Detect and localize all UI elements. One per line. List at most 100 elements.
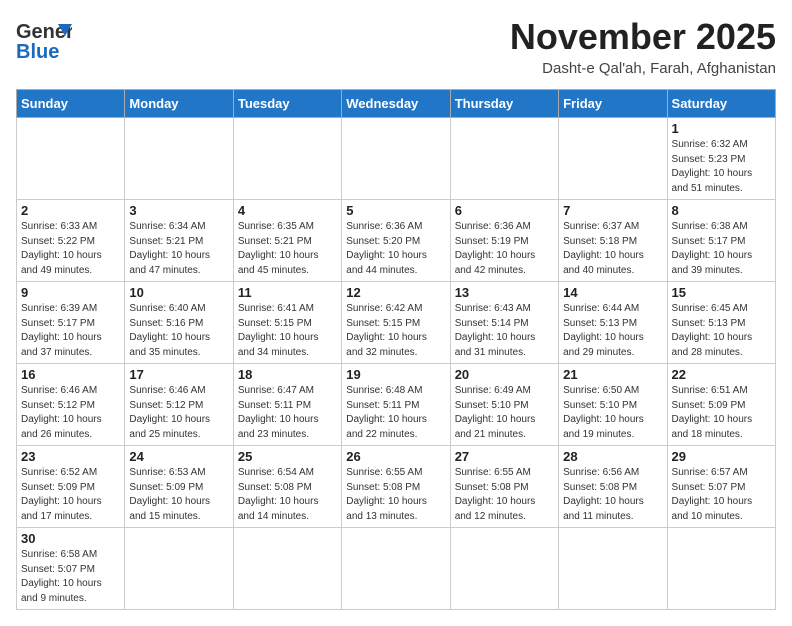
calendar-cell: 16Sunrise: 6:46 AM Sunset: 5:12 PM Dayli… [17,364,125,446]
weekday-header-sunday: Sunday [17,90,125,118]
calendar-cell: 26 Sunrise: 6:55 AM Sunset: 5:08 PM Dayli… [342,446,450,528]
calendar-cell [125,118,233,200]
day-number: 2 [21,203,120,218]
calendar-cell [342,118,450,200]
calendar-table: SundayMondayTuesdayWednesdayThursdayFrid… [16,89,776,610]
calendar-cell: 24Sunrise: 6:53 AM Sunset: 5:09 PM Dayli… [125,446,233,528]
calendar-cell [233,528,341,610]
calendar-cell: 5Sunrise: 6:36 AM Sunset: 5:20 PM Daylig… [342,200,450,282]
weekday-header-saturday: Saturday [667,90,775,118]
day-info: Sunrise: 6:32 AM Sunset: 5:23 PM Dayligh… [672,138,771,196]
day-number: 17 [129,367,228,382]
calendar-cell: 21 Sunrise: 6:50 AM Sunset: 5:10 PM Dayli… [559,364,667,446]
calendar-cell: 13 Sunrise: 6:43 AM Sunset: 5:14 PM Dayli… [450,282,558,364]
day-info: Sunrise: 6:38 AM Sunset: 5:17 PM Dayligh… [672,220,771,278]
day-info: Sunrise: 6:43 AM Sunset: 5:14 PM Dayligh… [455,302,554,360]
calendar-cell: 12Sunrise: 6:42 AM Sunset: 5:15 PM Dayli… [342,282,450,364]
day-info: Sunrise: 6:41 AM Sunset: 5:15 PM Dayligh… [238,302,337,360]
calendar-week-row: 1Sunrise: 6:32 AM Sunset: 5:23 PM Daylig… [17,118,776,200]
day-number: 27 [455,449,554,464]
day-number: 29 [672,449,771,464]
day-info: Sunrise: 6:34 AM Sunset: 5:21 PM Dayligh… [129,220,228,278]
calendar-cell: 30Sunrise: 6:58 AM Sunset: 5:07 PM Dayli… [17,528,125,610]
weekday-header-friday: Friday [559,90,667,118]
day-info: Sunrise: 6:50 AM Sunset: 5:10 PM Dayligh… [563,384,662,442]
calendar-cell: 10 Sunrise: 6:40 AM Sunset: 5:16 PM Dayli… [125,282,233,364]
calendar-cell [667,528,775,610]
day-number: 4 [238,203,337,218]
day-info: Sunrise: 6:36 AM Sunset: 5:19 PM Dayligh… [455,220,554,278]
calendar-cell: 17 Sunrise: 6:46 AM Sunset: 5:12 PM Dayli… [125,364,233,446]
day-info: Sunrise: 6:46 AM Sunset: 5:12 PM Dayligh… [129,384,228,442]
day-number: 20 [455,367,554,382]
day-number: 19 [346,367,445,382]
calendar-cell [17,118,125,200]
calendar-week-row: 23Sunrise: 6:52 AM Sunset: 5:09 PM Dayli… [17,446,776,528]
day-number: 30 [21,531,120,546]
day-info: Sunrise: 6:37 AM Sunset: 5:18 PM Dayligh… [563,220,662,278]
day-number: 21 [563,367,662,382]
calendar-cell [450,118,558,200]
day-number: 6 [455,203,554,218]
weekday-header-row: SundayMondayTuesdayWednesdayThursdayFrid… [17,90,776,118]
day-info: Sunrise: 6:45 AM Sunset: 5:13 PM Dayligh… [672,302,771,360]
day-info: Sunrise: 6:49 AM Sunset: 5:10 PM Dayligh… [455,384,554,442]
day-info: Sunrise: 6:55 AM Sunset: 5:08 PM Dayligh… [455,466,554,524]
calendar-week-row: 9 Sunrise: 6:39 AM Sunset: 5:17 PM Daylig… [17,282,776,364]
weekday-header-tuesday: Tuesday [233,90,341,118]
day-info: Sunrise: 6:54 AM Sunset: 5:08 PM Dayligh… [238,466,337,524]
title-area: November 2025 Dasht-e Qal'ah, Farah, Afg… [510,16,776,77]
calendar-cell: 22 Sunrise: 6:51 AM Sunset: 5:09 PM Dayli… [667,364,775,446]
weekday-header-thursday: Thursday [450,90,558,118]
day-number: 11 [238,285,337,300]
calendar-cell [559,118,667,200]
day-number: 3 [129,203,228,218]
calendar-cell [450,528,558,610]
calendar-cell: 28Sunrise: 6:56 AM Sunset: 5:08 PM Dayli… [559,446,667,528]
logo-icon: General Blue [16,16,72,69]
calendar-cell [342,528,450,610]
day-info: Sunrise: 6:44 AM Sunset: 5:13 PM Dayligh… [563,302,662,360]
day-info: Sunrise: 6:47 AM Sunset: 5:11 PM Dayligh… [238,384,337,442]
day-number: 7 [563,203,662,218]
calendar-cell: 19Sunrise: 6:48 AM Sunset: 5:11 PM Dayli… [342,364,450,446]
day-number: 5 [346,203,445,218]
day-info: Sunrise: 6:55 AM Sunset: 5:08 PM Dayligh… [346,466,445,524]
calendar-cell [233,118,341,200]
day-number: 14 [563,285,662,300]
calendar-cell: 18Sunrise: 6:47 AM Sunset: 5:11 PM Dayli… [233,364,341,446]
day-info: Sunrise: 6:56 AM Sunset: 5:08 PM Dayligh… [563,466,662,524]
day-info: Sunrise: 6:39 AM Sunset: 5:17 PM Dayligh… [21,302,120,360]
day-info: Sunrise: 6:35 AM Sunset: 5:21 PM Dayligh… [238,220,337,278]
day-number: 22 [672,367,771,382]
day-number: 15 [672,285,771,300]
day-number: 25 [238,449,337,464]
day-info: Sunrise: 6:40 AM Sunset: 5:16 PM Dayligh… [129,302,228,360]
calendar-cell: 2 Sunrise: 6:33 AM Sunset: 5:22 PM Daylig… [17,200,125,282]
day-info: Sunrise: 6:57 AM Sunset: 5:07 PM Dayligh… [672,466,771,524]
logo: General Blue [16,16,72,69]
calendar-cell: 27 Sunrise: 6:55 AM Sunset: 5:08 PM Dayli… [450,446,558,528]
calendar-week-row: 2 Sunrise: 6:33 AM Sunset: 5:22 PM Daylig… [17,200,776,282]
day-info: Sunrise: 6:51 AM Sunset: 5:09 PM Dayligh… [672,384,771,442]
day-number: 9 [21,285,120,300]
calendar-cell: 3 Sunrise: 6:34 AM Sunset: 5:21 PM Daylig… [125,200,233,282]
day-number: 24 [129,449,228,464]
day-number: 10 [129,285,228,300]
day-number: 13 [455,285,554,300]
calendar-cell: 29 Sunrise: 6:57 AM Sunset: 5:07 PM Dayli… [667,446,775,528]
day-number: 23 [21,449,120,464]
calendar-cell: 15 Sunrise: 6:45 AM Sunset: 5:13 PM Dayli… [667,282,775,364]
day-info: Sunrise: 6:46 AM Sunset: 5:12 PM Dayligh… [21,384,120,442]
calendar-cell: 23Sunrise: 6:52 AM Sunset: 5:09 PM Dayli… [17,446,125,528]
calendar-cell: 1Sunrise: 6:32 AM Sunset: 5:23 PM Daylig… [667,118,775,200]
day-info: Sunrise: 6:42 AM Sunset: 5:15 PM Dayligh… [346,302,445,360]
calendar-cell: 25 Sunrise: 6:54 AM Sunset: 5:08 PM Dayli… [233,446,341,528]
calendar-cell: 11 Sunrise: 6:41 AM Sunset: 5:15 PM Dayli… [233,282,341,364]
calendar-cell [125,528,233,610]
day-number: 26 [346,449,445,464]
calendar-cell: 6 Sunrise: 6:36 AM Sunset: 5:19 PM Daylig… [450,200,558,282]
day-info: Sunrise: 6:33 AM Sunset: 5:22 PM Dayligh… [21,220,120,278]
calendar-week-row: 30Sunrise: 6:58 AM Sunset: 5:07 PM Dayli… [17,528,776,610]
calendar-week-row: 16Sunrise: 6:46 AM Sunset: 5:12 PM Dayli… [17,364,776,446]
